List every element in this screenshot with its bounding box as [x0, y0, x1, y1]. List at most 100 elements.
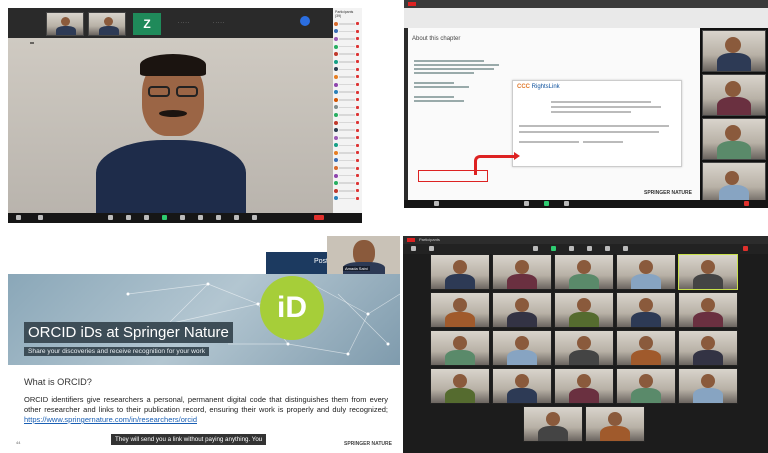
participant-video-tile[interactable]: [678, 254, 738, 290]
participant-video-tile[interactable]: [585, 406, 645, 442]
participant-video-tile[interactable]: [492, 292, 552, 328]
chapter-heading: About this chapter: [412, 36, 461, 42]
video-thumbnail[interactable]: [702, 30, 766, 72]
participant-name-placeholder: [339, 68, 355, 71]
participant-row[interactable]: [333, 126, 362, 134]
participant-row[interactable]: [333, 58, 362, 66]
participant-video-tile[interactable]: [554, 368, 614, 404]
video-thumbnail[interactable]: [702, 118, 766, 160]
participant-row[interactable]: [333, 164, 362, 172]
participant-row[interactable]: [333, 88, 362, 96]
participant-row[interactable]: [333, 96, 362, 104]
participant-row[interactable]: [333, 35, 362, 43]
video-thumbnail[interactable]: [702, 162, 766, 204]
participant-row[interactable]: [333, 104, 362, 112]
participant-initial-tile[interactable]: Z: [133, 13, 161, 35]
chat-icon[interactable]: [564, 201, 569, 206]
participant-video-tile[interactable]: [616, 292, 676, 328]
participant-video-tile[interactable]: [492, 368, 552, 404]
participants-icon[interactable]: [524, 201, 529, 206]
leave-icon[interactable]: [744, 201, 749, 206]
participant-row[interactable]: [333, 157, 362, 165]
participant-row[interactable]: [333, 73, 362, 81]
participant-video-tile[interactable]: [523, 406, 583, 442]
participant-video-tile[interactable]: [616, 330, 676, 366]
participant-row[interactable]: [333, 149, 362, 157]
participant-row[interactable]: [333, 81, 362, 89]
participant-row[interactable]: [333, 195, 362, 203]
participant-video-tile[interactable]: [678, 292, 738, 328]
leave-button[interactable]: [314, 215, 324, 220]
share-screen-icon[interactable]: [551, 246, 556, 251]
participants-icon[interactable]: [533, 246, 538, 251]
participant-video-tile[interactable]: [430, 368, 490, 404]
participant-row[interactable]: [333, 20, 362, 28]
video-thumbnail[interactable]: [88, 12, 126, 36]
participant-row[interactable]: [333, 172, 362, 180]
participants-panel: Participants (39): [333, 8, 362, 213]
mute-icon[interactable]: [434, 201, 439, 206]
participants-icon[interactable]: [126, 215, 131, 220]
participant-name-placeholder: [339, 159, 355, 162]
participant-name-placeholder: [339, 91, 355, 93]
participant-row[interactable]: [333, 111, 362, 119]
participant-video-tile[interactable]: [492, 330, 552, 366]
participant-row[interactable]: [333, 142, 362, 150]
reactions-icon[interactable]: [198, 215, 203, 220]
annotation-highlight-box: [418, 170, 488, 182]
chat-icon[interactable]: [569, 246, 574, 251]
participant-row[interactable]: [333, 134, 362, 142]
participant-row[interactable]: [333, 28, 362, 36]
slide-title: ORCID iDs at Springer Nature: [24, 322, 233, 343]
participant-video-tile[interactable]: [430, 254, 490, 290]
profile-avatar[interactable]: [300, 16, 310, 26]
participant-video-tile[interactable]: [492, 254, 552, 290]
muted-mic-icon: [356, 189, 359, 193]
participant-video-tile[interactable]: [616, 368, 676, 404]
orcid-link[interactable]: https://www.springernature.com/in/resear…: [24, 415, 197, 424]
participant-video-tile[interactable]: [554, 330, 614, 366]
participant-name-placeholder: [339, 190, 355, 192]
whiteboard-icon[interactable]: [234, 215, 239, 220]
record-icon[interactable]: [180, 215, 185, 220]
zoom-window-gallery-view: Participants: [403, 236, 768, 453]
participant-video-tile[interactable]: [678, 368, 738, 404]
muted-mic-icon: [356, 22, 359, 26]
zoom-window-screen-share: About this chapter CCC RightsLink SPRING…: [404, 0, 768, 208]
participant-row[interactable]: [333, 66, 362, 74]
participant-row[interactable]: [333, 119, 362, 127]
participant-video-tile[interactable]: [554, 292, 614, 328]
participant-avatar: [334, 74, 338, 79]
presenter-camera[interactable]: Amada Saini: [327, 236, 400, 274]
apps-icon[interactable]: [216, 215, 221, 220]
participant-video-tile[interactable]: [678, 330, 738, 366]
leave-icon[interactable]: [743, 246, 748, 251]
share-screen-icon[interactable]: [162, 215, 167, 220]
participant-row[interactable]: [333, 179, 362, 187]
reactions-icon[interactable]: [605, 246, 610, 251]
video-thumbnail[interactable]: [46, 12, 84, 36]
orcid-logo: iD: [260, 276, 324, 340]
participant-video-tile[interactable]: [616, 254, 676, 290]
video-icon[interactable]: [429, 246, 434, 251]
record-icon[interactable]: [587, 246, 592, 251]
video-icon[interactable]: [38, 215, 43, 220]
participant-row[interactable]: [333, 43, 362, 51]
muted-mic-icon: [356, 151, 359, 155]
share-screen-icon[interactable]: [544, 201, 549, 206]
participant-row[interactable]: [333, 187, 362, 195]
participant-row[interactable]: [333, 50, 362, 58]
chat-icon[interactable]: [144, 215, 149, 220]
mute-icon[interactable]: [411, 246, 416, 251]
mute-icon[interactable]: [16, 215, 21, 220]
participant-video-tile[interactable]: [430, 330, 490, 366]
apps-icon[interactable]: [623, 246, 628, 251]
more-icon[interactable]: [252, 215, 257, 220]
live-indicator: [407, 238, 415, 242]
security-icon[interactable]: [108, 215, 113, 220]
participant-video-tile[interactable]: [430, 292, 490, 328]
participant-video-tile[interactable]: [554, 254, 614, 290]
rightslink-popup[interactable]: CCC RightsLink: [512, 80, 682, 167]
video-thumbnail[interactable]: [702, 74, 766, 116]
presenter-name-label: Amada Saini: [343, 266, 370, 271]
